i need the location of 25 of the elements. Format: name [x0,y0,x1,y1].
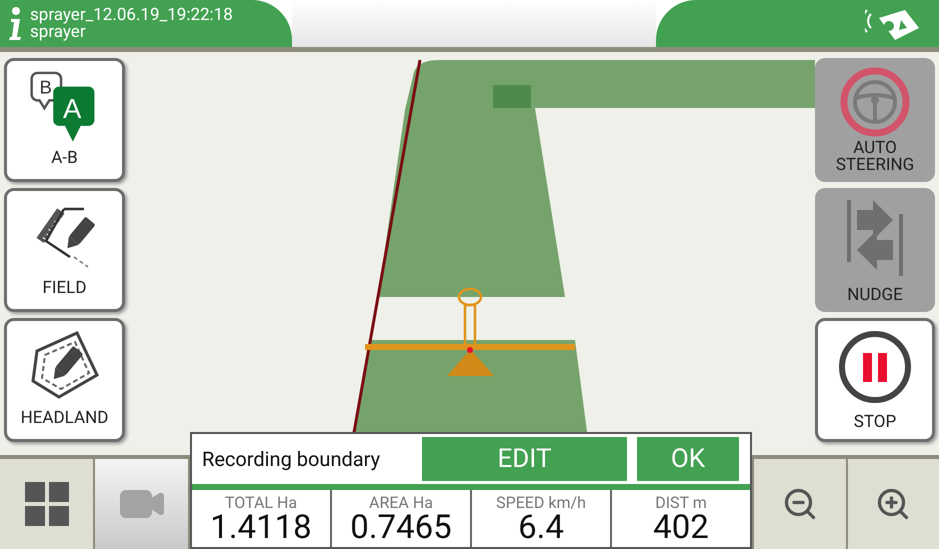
pin-letter: A [62,93,81,124]
overlap-patch [493,85,531,108]
grid-icon [24,482,68,526]
implement-name: sprayer [30,24,86,40]
stat-value: 6.4 [518,511,564,544]
stat-label: TOTAL Ha [224,495,298,511]
tool-button[interactable]: FIELD [4,188,125,312]
status-message: Recording boundary [202,446,382,473]
pause-icon [837,329,913,405]
tool-button[interactable]: HEADLAND [4,318,125,442]
tool-button[interactable]: B A A-B [4,58,125,182]
session-title: sprayer_12.06.19_19:22:18 [30,6,233,24]
stat-label: AREA Ha [369,495,433,511]
stat-value: 0.7465 [350,511,452,544]
toolbar-button[interactable] [0,459,95,549]
steering-wheel-icon [839,66,911,138]
control-button[interactable]: STOP [815,318,935,442]
stat-label: DIST m [655,495,707,511]
zoom-button[interactable] [846,459,939,549]
stat-value: 1.4118 [210,511,312,544]
pin-letter: B [39,76,52,98]
stat-value: 402 [653,511,709,544]
zoom-button[interactable] [752,459,846,549]
info-icon [8,6,22,40]
stat-label: SPEED km/h [496,495,586,511]
